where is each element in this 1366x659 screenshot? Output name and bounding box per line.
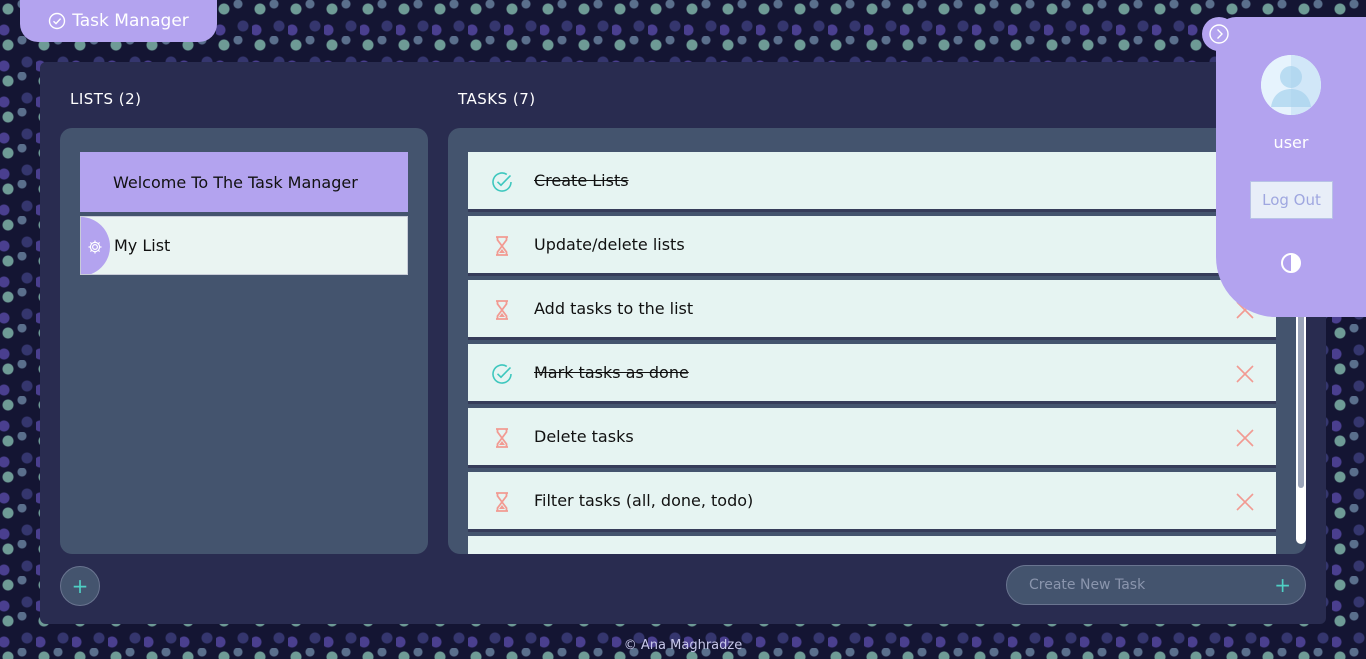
task-label: Create Lists [534, 171, 629, 190]
check-circle-icon [48, 12, 66, 30]
task-label: Add tasks to the list [534, 299, 694, 318]
new-task-field[interactable]: + [1006, 565, 1306, 605]
task-item-partial[interactable] [468, 536, 1276, 554]
tasks-title: TASKS (7) [458, 90, 536, 108]
task-label: Filter tasks (all, done, todo) [534, 491, 754, 510]
task-item[interactable]: Mark tasks as done [468, 344, 1276, 404]
delete-icon[interactable] [1234, 427, 1256, 449]
brand-title: Task Manager [72, 11, 189, 31]
check-circle-icon[interactable] [490, 170, 514, 194]
delete-icon[interactable] [1234, 363, 1256, 385]
logout-button[interactable]: Log Out [1250, 181, 1333, 219]
list-item-label: My List [114, 236, 171, 255]
gear-icon[interactable] [81, 217, 110, 274]
task-item[interactable]: Filter tasks (all, done, todo) [468, 472, 1276, 532]
hourglass-icon[interactable] [490, 298, 514, 322]
add-task-button[interactable]: + [1274, 573, 1291, 597]
chevron-right-circle-icon[interactable] [1202, 17, 1236, 51]
task-label: Mark tasks as done [534, 363, 689, 382]
task-item[interactable]: Add tasks to the list [468, 280, 1276, 340]
hourglass-icon[interactable] [490, 426, 514, 450]
main-panel: LISTS (2) TASKS (7) Welcome To The Task … [40, 62, 1326, 624]
brand-tab[interactable]: Task Manager [20, 0, 217, 42]
lists-container: Welcome To The Task Manager My List [60, 128, 428, 554]
list-item-welcome[interactable]: Welcome To The Task Manager [80, 152, 408, 212]
task-label: Delete tasks [534, 427, 634, 446]
delete-icon[interactable] [1234, 491, 1256, 513]
check-circle-icon[interactable] [490, 362, 514, 386]
list-item-label: Welcome To The Task Manager [113, 172, 358, 192]
footer-credit: © Ana Maghradze [623, 638, 743, 653]
task-item[interactable]: Update/delete lists [468, 216, 1276, 276]
contrast-icon[interactable] [1280, 252, 1302, 274]
hourglass-icon[interactable] [490, 234, 514, 258]
username: user [1273, 133, 1309, 152]
avatar [1261, 55, 1321, 115]
task-item[interactable]: Create Lists [468, 152, 1276, 212]
hourglass-icon[interactable] [490, 490, 514, 514]
lists-title: LISTS (2) [70, 90, 142, 108]
tasks-container: Create Lists Update/delete lists Add tas… [448, 128, 1306, 554]
task-label: Update/delete lists [534, 235, 685, 254]
list-item-my-list[interactable]: My List [80, 216, 408, 275]
user-drawer: user Log Out [1202, 17, 1366, 317]
add-list-button[interactable]: + [60, 566, 100, 606]
task-item[interactable]: Delete tasks [468, 408, 1276, 468]
new-task-input[interactable] [1027, 576, 1261, 594]
